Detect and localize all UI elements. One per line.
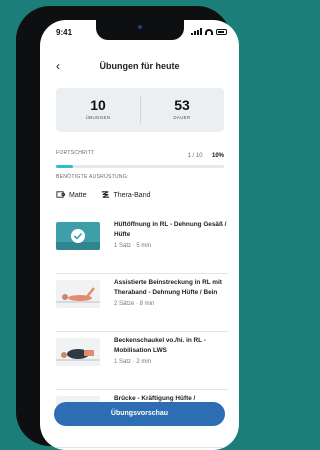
- progress-bar-fill: [56, 165, 73, 168]
- equipment-item-band-label: Thera-Band: [113, 192, 151, 199]
- equipment-label: BENÖTIGTE AUSRÜSTUNG:: [56, 174, 129, 180]
- app-screen: 9:41 ‹ Übungen für heute 10 ÜBUNGEN 53 D…: [40, 20, 239, 450]
- exercise-meta: 1 Satz · 2 min: [114, 359, 152, 365]
- band-icon: [101, 190, 110, 201]
- list-item[interactable]: Assistierte Beinstreckung in RL mit Ther…: [56, 274, 228, 332]
- exercise-meta: 2 Sätze · 8 min: [114, 301, 155, 307]
- exercise-name: Beckenschaukel vo./hi. in RL - Mobilisat…: [114, 337, 206, 354]
- exercise-thumbnail: [56, 280, 100, 308]
- progress-count: 1 / 10: [187, 153, 203, 159]
- equipment-item-mat-label: Matte: [69, 192, 87, 199]
- stat-duration-label: DAUER: [173, 115, 191, 120]
- battery-icon: [216, 28, 227, 35]
- stat-duration: 53 DAUER: [140, 88, 224, 132]
- phone-frame: 9:41 ‹ Übungen für heute 10 ÜBUNGEN 53 D…: [16, 6, 239, 450]
- wifi-icon: [205, 28, 213, 35]
- progress-label: FORTSCHRITT: [56, 150, 95, 156]
- equipment-list: Matte Thera-Band: [56, 190, 150, 201]
- progress-bar: [56, 165, 224, 168]
- status-time: 9:41: [56, 28, 73, 37]
- status-icons: [191, 28, 227, 35]
- signal-icon: [191, 28, 202, 35]
- stat-duration-value: 53: [174, 97, 190, 113]
- exercise-name: Assistierte Beinstreckung in RL mit Ther…: [114, 279, 222, 296]
- stat-exercises-label: ÜBUNGEN: [85, 115, 111, 120]
- progress-percent: 10%: [211, 153, 224, 159]
- exercise-thumbnail: [56, 338, 100, 366]
- equipment-item-mat: Matte: [56, 190, 87, 201]
- list-item[interactable]: Hüftöffnung in RL - Dehnung Gesäß / Hüft…: [56, 216, 228, 274]
- stat-exercises: 10 ÜBUNGEN: [56, 88, 140, 132]
- exercise-meta: 1 Satz · 5 min: [114, 243, 152, 249]
- progress-section: FORTSCHRITT 1 / 10 10%: [56, 144, 224, 168]
- stats-box: 10 ÜBUNGEN 53 DAUER: [56, 88, 224, 132]
- exercise-thumbnail: [56, 222, 100, 250]
- header: ‹ Übungen für heute: [40, 59, 239, 78]
- equipment-item-band: Thera-Band: [101, 190, 151, 201]
- stat-exercises-value: 10: [90, 97, 106, 113]
- preview-button[interactable]: Übungsvorschau: [54, 402, 225, 426]
- notch: [96, 20, 184, 40]
- mat-icon: [56, 190, 65, 201]
- exercise-name: Hüftöffnung in RL - Dehnung Gesäß / Hüft…: [114, 221, 227, 238]
- camera-dot: [138, 25, 142, 29]
- list-item[interactable]: Beckenschaukel vo./hi. in RL - Mobilisat…: [56, 332, 228, 390]
- page-title: Übungen für heute: [99, 61, 180, 71]
